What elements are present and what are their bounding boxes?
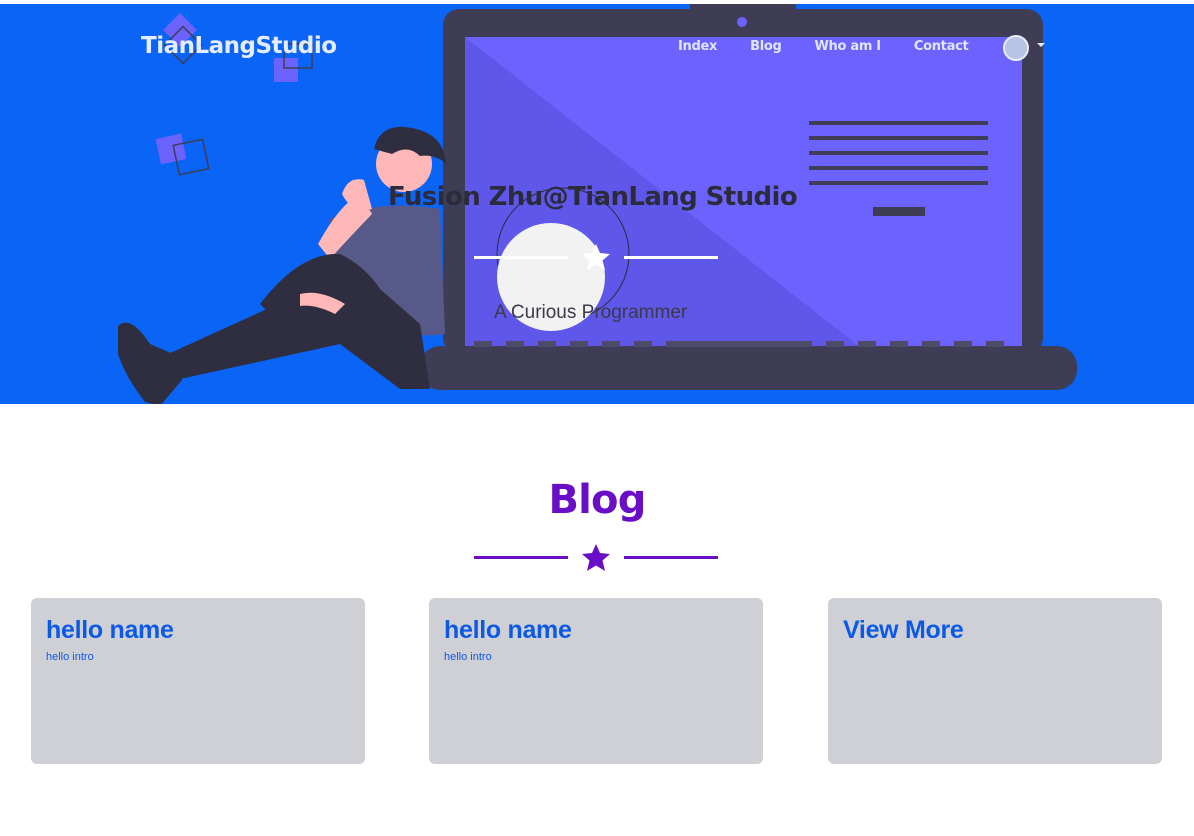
star-icon (582, 544, 610, 571)
star-icon (582, 244, 610, 270)
hero-divider (474, 244, 718, 270)
main-nav: Index Blog Who am I Contact (660, 39, 1001, 54)
chevron-down-icon[interactable] (1037, 43, 1045, 47)
person-figure (118, 126, 446, 404)
nav-blog[interactable]: Blog (750, 39, 782, 54)
blog-card-title[interactable]: hello name (46, 616, 350, 645)
blog-section-title: Blog (548, 477, 646, 523)
nav-contact[interactable]: Contact (914, 39, 969, 54)
user-avatar[interactable] (1003, 35, 1029, 61)
nav-index[interactable]: Index (678, 39, 717, 54)
brand-logo[interactable]: TianLangStudio (141, 33, 337, 59)
blog-card[interactable]: hello name hello intro (31, 598, 365, 764)
view-more-link[interactable]: View More (843, 616, 1147, 645)
blog-card[interactable]: hello name hello intro (429, 598, 763, 764)
view-more-card[interactable]: View More (828, 598, 1162, 764)
hero-subtitle: A Curious Programmer (494, 302, 688, 323)
blog-card-intro: hello intro (46, 651, 94, 663)
blog-card-intro: hello intro (444, 651, 492, 663)
hero-title: Fusion Zhu@TianLang Studio (388, 182, 798, 212)
nav-who-am-i[interactable]: Who am I (815, 39, 882, 54)
hero-banner: TianLangStudio Index Blog Who am I Conta… (0, 4, 1194, 404)
blog-divider (474, 544, 718, 571)
blog-card-title[interactable]: hello name (444, 616, 748, 645)
